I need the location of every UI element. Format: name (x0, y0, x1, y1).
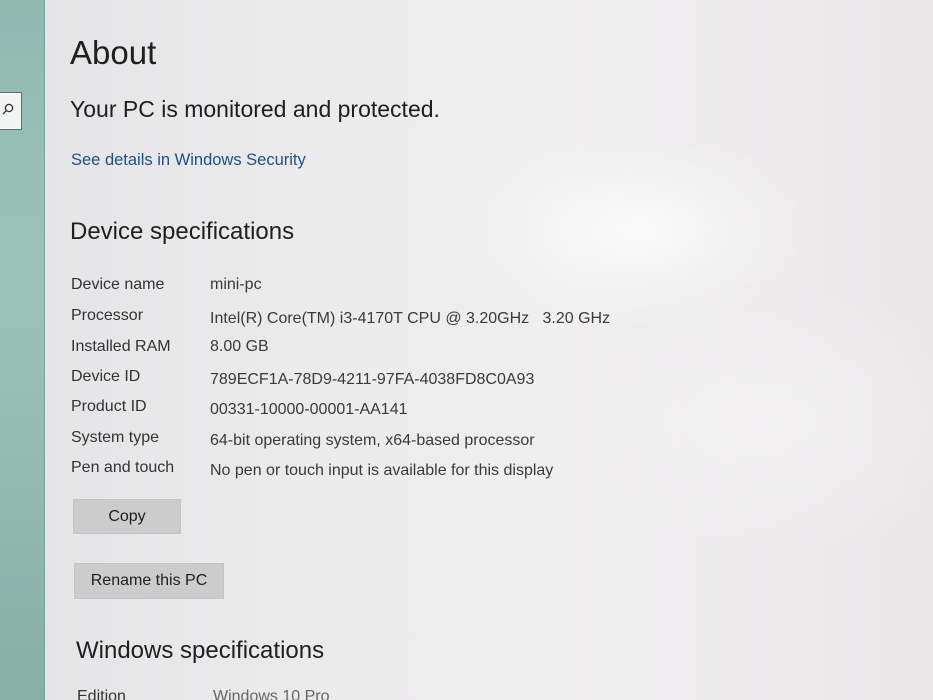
spec-value: 8.00 GB (210, 338, 269, 355)
spec-value: No pen or touch input is available for t… (210, 462, 554, 479)
windows-specifications-heading: Windows specifications (76, 637, 325, 664)
spec-label: Device name (71, 276, 165, 293)
page-title: About (70, 34, 157, 71)
spec-label: Installed RAM (71, 338, 171, 355)
search-icon (2, 102, 14, 120)
sidebar-search-box[interactable] (0, 92, 22, 130)
copy-button[interactable]: Copy (73, 499, 181, 534)
sidebar (0, 0, 45, 700)
settings-window: About Your PC is monitored and protected… (0, 0, 933, 700)
spec-value: Windows 10 Pro (213, 688, 330, 700)
spec-label: Device ID (71, 368, 141, 385)
spec-label: Edition (77, 688, 126, 700)
rename-pc-button[interactable]: Rename this PC (74, 563, 224, 599)
spec-label: System type (71, 429, 160, 446)
protection-status: Your PC is monitored and protected. (70, 96, 440, 122)
device-specifications-heading: Device specifications (70, 218, 295, 245)
spec-label: Processor (71, 307, 144, 324)
spec-value: mini-pc (210, 276, 262, 293)
spec-value: 789ECF1A-78D9-4211-97FA-4038FD8C0A93 (210, 371, 535, 388)
spec-label: Pen and touch (71, 459, 175, 476)
spec-value: 00331-10000-00001-AA141 (210, 401, 408, 418)
about-page: About Your PC is monitored and protected… (70, 0, 933, 700)
windows-security-link[interactable]: See details in Windows Security (71, 151, 306, 170)
spec-label: Product ID (71, 398, 147, 415)
spec-value: Intel(R) Core(TM) i3-4170T CPU @ 3.20GHz… (210, 310, 611, 327)
spec-value: 64-bit operating system, x64-based proce… (210, 432, 535, 449)
